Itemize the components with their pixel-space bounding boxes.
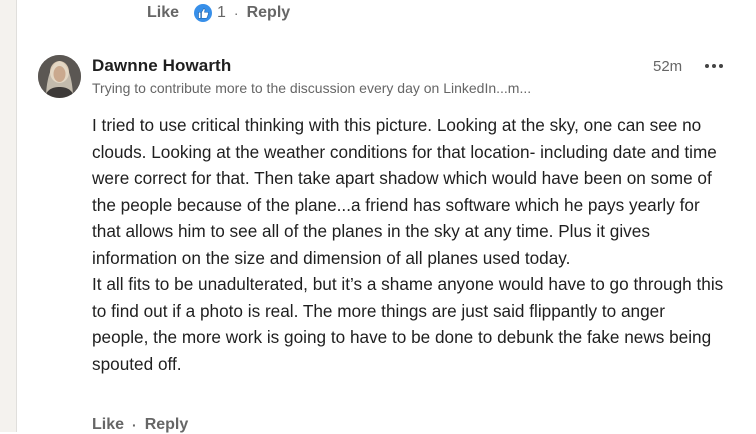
- comment-paragraph: I tried to use critical thinking with th…: [92, 115, 717, 268]
- left-rail: [0, 0, 17, 432]
- separator: ·: [233, 5, 239, 21]
- previous-comment-actions: Like 1 · Reply: [147, 2, 290, 24]
- timestamp: 52m: [653, 58, 683, 75]
- comment-paragraph: It all fits to be unadulterated, but it’…: [92, 274, 724, 374]
- comment-actions: Like · Reply: [92, 416, 188, 434]
- avatar[interactable]: [38, 55, 81, 98]
- author-name[interactable]: Dawnne Howarth: [92, 56, 231, 76]
- reaction-count[interactable]: 1: [217, 4, 226, 22]
- reply-button[interactable]: Reply: [145, 416, 189, 434]
- like-button[interactable]: Like: [147, 4, 179, 22]
- thumbs-up-icon: [194, 4, 213, 22]
- separator: ·: [132, 417, 137, 433]
- more-options-icon[interactable]: [703, 56, 725, 76]
- reply-button[interactable]: Reply: [247, 4, 291, 22]
- comment-text: I tried to use critical thinking with th…: [92, 112, 724, 377]
- like-button[interactable]: Like: [92, 416, 124, 434]
- author-headline: Trying to contribute more to the discuss…: [92, 80, 532, 96]
